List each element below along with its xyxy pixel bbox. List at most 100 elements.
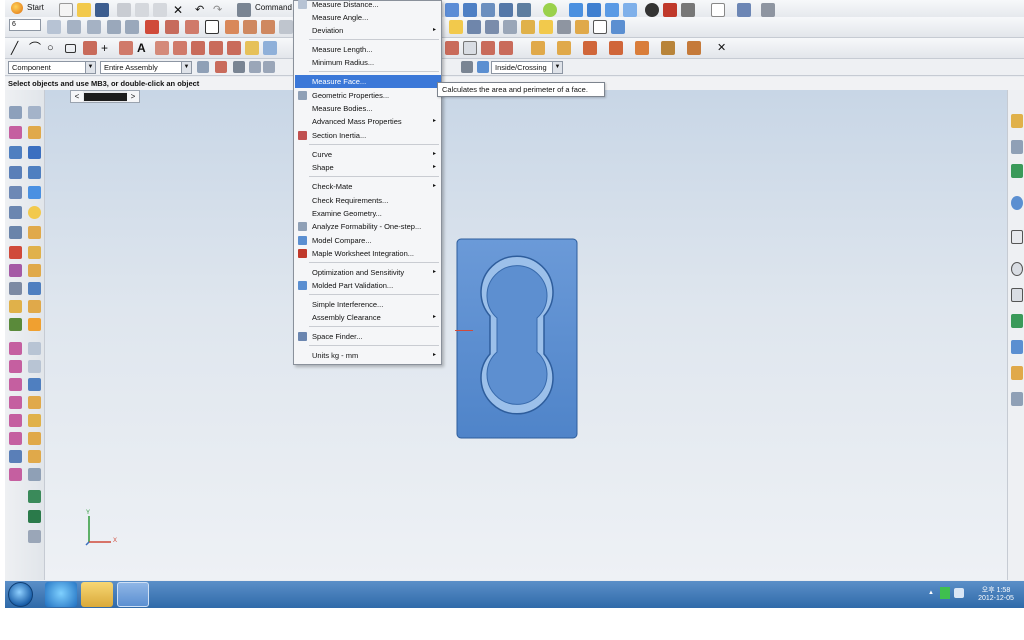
length-curve-icon[interactable]	[499, 41, 513, 55]
sel-more-icon[interactable]	[263, 61, 275, 73]
scroll-left-button[interactable]: <	[71, 91, 83, 102]
boss-icon[interactable]	[609, 41, 623, 55]
styled-sweep-icon[interactable]	[9, 432, 22, 445]
mesh-icon[interactable]	[9, 264, 22, 277]
studio-surface-icon[interactable]	[9, 414, 22, 427]
trimetric-view-icon[interactable]	[587, 3, 601, 17]
paste-icon[interactable]	[153, 3, 167, 17]
delete-face-icon[interactable]	[28, 468, 41, 481]
process-studio-icon[interactable]	[9, 186, 22, 199]
new-file-icon[interactable]	[59, 3, 73, 17]
pan-icon[interactable]	[517, 3, 531, 17]
menu-item-measure-face[interactable]: Measure Face...	[295, 75, 441, 88]
menu-item-measure-distance[interactable]: Measure Distance...	[295, 0, 441, 11]
scroll-right-button[interactable]: >	[127, 91, 139, 102]
menu-item-assembly-clearance[interactable]: Assembly Clearance ▸	[295, 311, 441, 324]
link-icon[interactable]	[233, 61, 245, 73]
open-folder-icon[interactable]	[77, 3, 91, 17]
through-curves-icon[interactable]	[9, 360, 22, 373]
menu-item-shape[interactable]: Shape ▸	[295, 161, 441, 174]
menu-item-space-finder[interactable]: Space Finder...	[295, 330, 441, 343]
menu-item-check-mate[interactable]: Check-Mate ▸	[295, 180, 441, 193]
copy-icon[interactable]	[135, 3, 149, 17]
snap-settings-icon[interactable]	[215, 61, 227, 73]
pattern-icon[interactable]	[28, 264, 41, 277]
volume-icon[interactable]	[954, 588, 964, 598]
point-icon[interactable]: +	[101, 41, 115, 55]
move-to-layer-icon[interactable]	[67, 20, 81, 34]
thicken-icon[interactable]	[28, 378, 41, 391]
show-icon[interactable]	[557, 20, 571, 34]
text-icon[interactable]: A	[137, 41, 151, 55]
tools-more-icon[interactable]	[28, 530, 41, 543]
chevron-down-icon[interactable]: ▼	[85, 62, 95, 73]
internet-explorer-icon[interactable]	[45, 582, 77, 607]
edge-blend-icon[interactable]	[9, 246, 22, 259]
selection-scope-dropdown[interactable]: Entire Assembly ▼	[100, 61, 192, 74]
roles-icon[interactable]	[1011, 366, 1023, 380]
stamp-icon[interactable]	[485, 20, 499, 34]
ruled-icon[interactable]	[28, 360, 41, 373]
menu-item-measure-length[interactable]: Measure Length...	[295, 43, 441, 56]
sel-options-icon[interactable]	[249, 61, 261, 73]
extrude-icon[interactable]	[531, 41, 545, 55]
cut-icon[interactable]	[117, 3, 131, 17]
circle-point-icon[interactable]: ○	[47, 41, 61, 55]
face-blend-icon[interactable]	[28, 414, 41, 427]
cube-icon[interactable]	[611, 20, 625, 34]
chart-icon[interactable]	[1011, 164, 1023, 178]
menu-item-measure-angle[interactable]: Measure Angle...	[295, 11, 441, 24]
menu-item-minimum-radius[interactable]: Minimum Radius...	[295, 56, 441, 69]
menu-item-advanced-mass-properties[interactable]: Advanced Mass Properties ▸	[295, 115, 441, 128]
menu-item-units[interactable]: Units kg - mm ▸	[295, 349, 441, 362]
combined-curve-icon[interactable]	[245, 41, 259, 55]
trim-body-icon[interactable]	[9, 318, 22, 331]
midpoint-snap-icon[interactable]	[279, 20, 293, 34]
sphere-icon[interactable]	[28, 206, 41, 219]
intersection-curve-icon[interactable]	[191, 41, 205, 55]
wcs-origin-icon[interactable]	[125, 20, 139, 34]
pad-icon[interactable]	[661, 41, 675, 55]
surface-icon[interactable]	[9, 342, 22, 355]
slot-icon[interactable]	[687, 41, 701, 55]
hd3d-tools-icon[interactable]	[9, 146, 22, 159]
copy-to-layer-icon[interactable]	[87, 20, 101, 34]
page-icon[interactable]	[1011, 230, 1023, 244]
emboss-icon[interactable]	[28, 318, 41, 331]
sketch-icon[interactable]: ✕	[717, 41, 731, 55]
stretch-curve-icon[interactable]	[481, 41, 495, 55]
draft-icon[interactable]	[28, 282, 41, 295]
work-layer-icon[interactable]	[737, 3, 751, 17]
snap-view-icon[interactable]	[761, 3, 775, 17]
render-style-icon[interactable]	[543, 3, 557, 17]
hide-icon[interactable]	[539, 20, 553, 34]
wcs-orient-icon[interactable]	[145, 20, 159, 34]
tools-icon[interactable]	[503, 20, 517, 34]
deselect-icon[interactable]	[461, 61, 473, 73]
offset-curve-icon[interactable]	[155, 41, 169, 55]
reuse-library-icon[interactable]	[28, 126, 41, 139]
zoom-in-out-icon[interactable]	[481, 3, 495, 17]
network-icon[interactable]	[940, 587, 950, 599]
menu-item-examine-geometry[interactable]: Examine Geometry...	[295, 207, 441, 220]
delete-icon[interactable]: ✕	[173, 3, 187, 17]
menu-item-maple-worksheet[interactable]: Maple Worksheet Integration...	[295, 247, 441, 260]
pocket-icon[interactable]	[635, 41, 649, 55]
palette-icon[interactable]	[1011, 340, 1023, 354]
start-menu-button[interactable]: Start	[11, 1, 44, 15]
chevron-down-icon[interactable]: ▼	[181, 62, 191, 73]
notes-icon[interactable]	[1011, 288, 1023, 302]
clock-time[interactable]: 오후 1:58	[974, 585, 1018, 595]
n-sided-icon[interactable]	[9, 378, 22, 391]
studio-icon[interactable]	[681, 3, 695, 17]
menu-item-measure-bodies[interactable]: Measure Bodies...	[295, 102, 441, 115]
image-icon[interactable]	[1011, 392, 1023, 406]
offset-face-icon[interactable]	[9, 396, 22, 409]
assembly-navigator-icon[interactable]	[9, 106, 22, 119]
replace-face-icon[interactable]	[28, 450, 41, 463]
isoparametric-icon[interactable]	[263, 41, 277, 55]
type-filter-dropdown[interactable]: Component ▼	[8, 61, 96, 74]
trim-curve-icon[interactable]	[445, 41, 459, 55]
hole-icon[interactable]	[583, 41, 597, 55]
gear-icon[interactable]	[521, 20, 535, 34]
